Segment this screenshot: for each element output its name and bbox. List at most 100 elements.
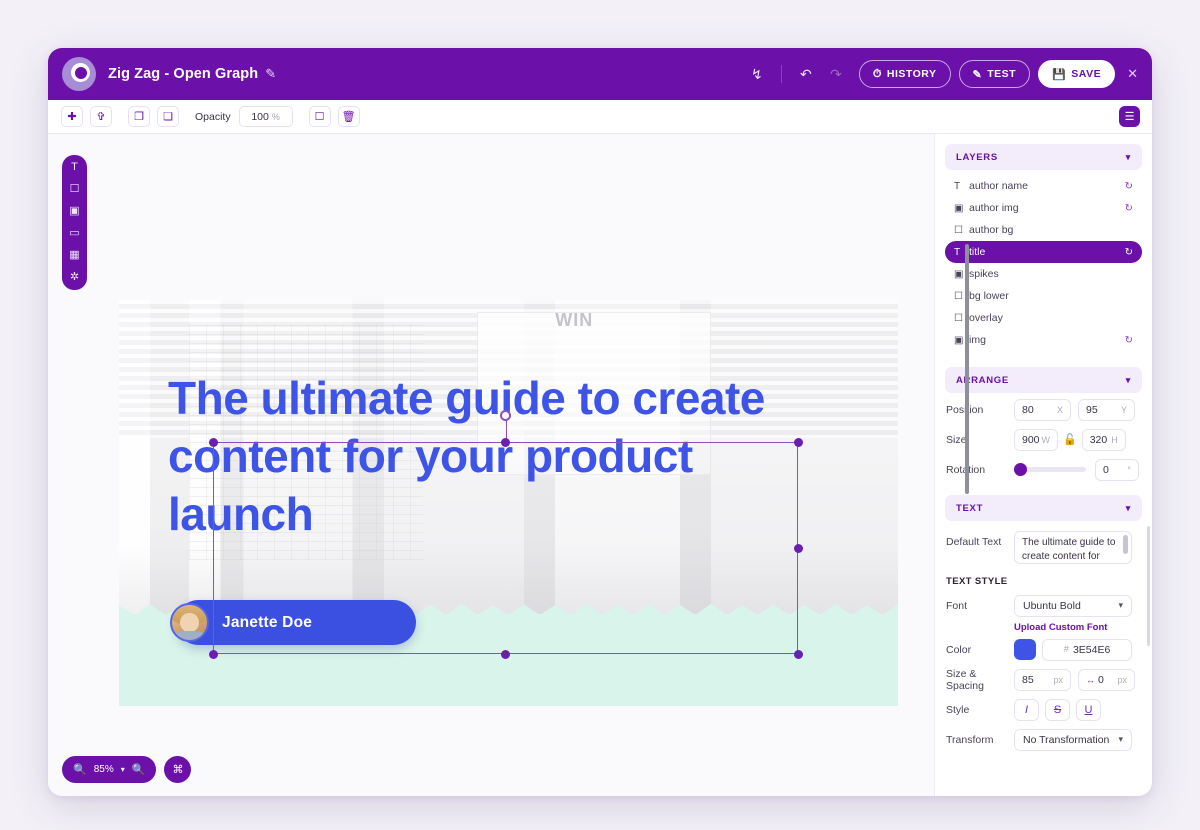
wand-icon: ✎ [972,68,983,81]
selection-box[interactable] [208,410,803,659]
panel-menu-button[interactable]: ☰ [1119,106,1140,127]
undo-icon[interactable]: ↶ [791,59,821,89]
font-size-input[interactable]: 85 px [1014,668,1071,691]
qr-code-tool-icon[interactable]: ▦ [69,250,79,261]
resize-handle-bottom-left[interactable] [208,649,218,659]
text-tool-icon[interactable]: T [71,162,78,173]
chevron-down-icon[interactable]: ▾ [1126,375,1131,386]
canvas-area[interactable]: T ☐ ▣ ▭ ▦ ✲ WIN The ultimate guide to cr… [48,134,934,796]
rotation-input[interactable]: 0 ° [1095,458,1139,481]
text-section-header[interactable]: TEXT ▾ [945,495,1142,521]
size-spacing-label: Size & Spacing [946,667,984,692]
close-icon[interactable]: ✕ [1127,66,1138,82]
transform-select[interactable]: No Transformation ▾ [1014,728,1132,751]
underline-button[interactable]: U [1076,698,1101,721]
layer-row-spikes[interactable]: ▣ spikes [945,263,1142,285]
zoom-pill[interactable]: 🔍 85% ▾ 🔍 [62,756,157,783]
position-x-value: 80 [1022,403,1034,416]
history-button[interactable]: ⏱ HISTORY [858,60,951,88]
strikethrough-button[interactable]: S [1045,698,1070,721]
pencil-icon[interactable]: ✎ [265,66,276,82]
rotation-value: 0 [1103,463,1109,476]
layer-row-img[interactable]: ▣ img ↻ [945,329,1142,351]
letter-spacing-input[interactable]: ↔ 0 px [1078,668,1135,691]
layer-label: author name [969,180,1028,192]
rounded-rect-tool-icon[interactable]: ▭ [69,228,79,239]
textarea-scrollbar[interactable] [1123,535,1128,554]
opacity-input[interactable]: 100 % [238,106,293,127]
rotation-handle[interactable] [500,410,511,421]
size-width-input[interactable]: 900 W [1014,428,1058,451]
default-text-row: Default Text The ultimate guide to creat… [935,525,1152,565]
trash-icon[interactable]: 🗑 [337,106,360,127]
align-horizontal-icon[interactable]: ✚ [61,106,83,127]
test-button[interactable]: ✎ TEST [958,60,1031,88]
resize-handle-bottom-center[interactable] [501,649,510,659]
layer-row-title[interactable]: T title ↻ [945,241,1142,263]
save-button[interactable]: 💾 SAVE [1038,60,1116,88]
zoom-level-value: 85% [93,764,114,775]
resize-handle-bottom-right[interactable] [793,649,803,659]
color-swatch[interactable] [1014,639,1036,660]
zoom-in-icon[interactable]: 🔍 [132,763,146,776]
redo-icon[interactable]: ↷ [821,59,851,89]
resize-handle-middle-right[interactable] [793,543,803,553]
rotation-label: Rotation [946,464,1014,476]
font-size-unit: px [1053,674,1063,685]
layer-row-author-bg[interactable]: ☐ author bg [945,219,1142,241]
secondary-toolbar: ✚ ✞ ❐ ❏ Opacity 100 % ☐ 🗑 ☰ [48,100,1152,134]
send-backward-icon[interactable]: ❏ [157,106,179,127]
chevron-down-icon[interactable]: ▾ [121,765,125,774]
default-text-input[interactable]: The ultimate guide to create content for… [1014,531,1132,564]
position-y-input[interactable]: 95 Y [1078,398,1135,421]
canvas-vertical-scrollbar[interactable] [965,244,969,494]
font-select[interactable]: Ubuntu Bold ▾ [1014,594,1132,617]
chevron-down-icon[interactable]: ▾ [1126,503,1131,514]
floppy-disk-icon: 💾 [1052,68,1067,81]
chevron-down-icon[interactable]: ▾ [1126,152,1131,163]
fit-to-screen-icon[interactable]: ⌘ [164,756,192,783]
refresh-icon[interactable]: ↻ [1125,247,1133,258]
refresh-icon[interactable]: ↻ [1125,203,1133,214]
arrange-title: ARRANGE [956,374,1009,386]
position-x-input[interactable]: 80 X [1014,398,1071,421]
size-height-input[interactable]: 320 H [1081,428,1126,451]
panel-scrollbar[interactable] [1147,526,1150,646]
upload-custom-font-link[interactable]: Upload Custom Font [935,619,1152,633]
layer-row-overlay[interactable]: ☐ overlay [945,307,1142,329]
layer-label: author bg [969,224,1014,236]
chevron-down-icon[interactable]: ▾ [1118,600,1123,611]
resize-handle-top-center[interactable] [501,437,510,447]
image-tool-icon[interactable]: ▣ [69,206,79,217]
rotation-slider[interactable] [1014,463,1086,476]
resize-handle-top-right[interactable] [793,437,803,447]
photo-word: WIN [555,310,594,331]
rectangle-tool-icon[interactable]: ☐ [70,184,80,195]
download-icon[interactable]: ↯ [742,59,772,89]
color-hex-input[interactable]: # 3E54E6 [1042,638,1132,661]
refresh-icon[interactable]: ↻ [1125,335,1133,346]
bring-forward-icon[interactable]: ❐ [128,106,150,127]
app-logo [62,57,96,91]
image-layer-icon: ▣ [954,202,964,214]
layer-row-author-name[interactable]: T author name ↻ [945,175,1142,197]
slider-knob[interactable] [1014,463,1027,476]
text-title: TEXT [956,502,984,514]
duplicate-icon[interactable]: ☐ [308,106,331,127]
arrange-section-header[interactable]: ARRANGE ▾ [945,367,1142,393]
font-row: Font Ubuntu Bold ▾ [935,592,1152,619]
resize-handle-top-left[interactable] [208,437,218,447]
zoom-out-icon[interactable]: 🔍 [73,763,87,776]
layer-row-author-img[interactable]: ▣ author img ↻ [945,197,1142,219]
align-vertical-icon[interactable]: ✞ [90,106,112,127]
unlocked-padlock-icon[interactable]: 🔓 [1063,433,1077,446]
chevron-down-icon[interactable]: ▾ [1118,734,1123,745]
sticker-tool-icon[interactable]: ✲ [70,272,79,283]
font-value: Ubuntu Bold [1023,599,1081,612]
size-width-unit: W [1041,434,1051,445]
refresh-icon[interactable]: ↻ [1125,181,1133,192]
layer-row-bg-lower[interactable]: ☐ bg lower [945,285,1142,307]
test-label: TEST [987,68,1017,80]
italic-button[interactable]: I [1014,698,1039,721]
layers-section-header[interactable]: LAYERS ▾ [945,144,1142,170]
